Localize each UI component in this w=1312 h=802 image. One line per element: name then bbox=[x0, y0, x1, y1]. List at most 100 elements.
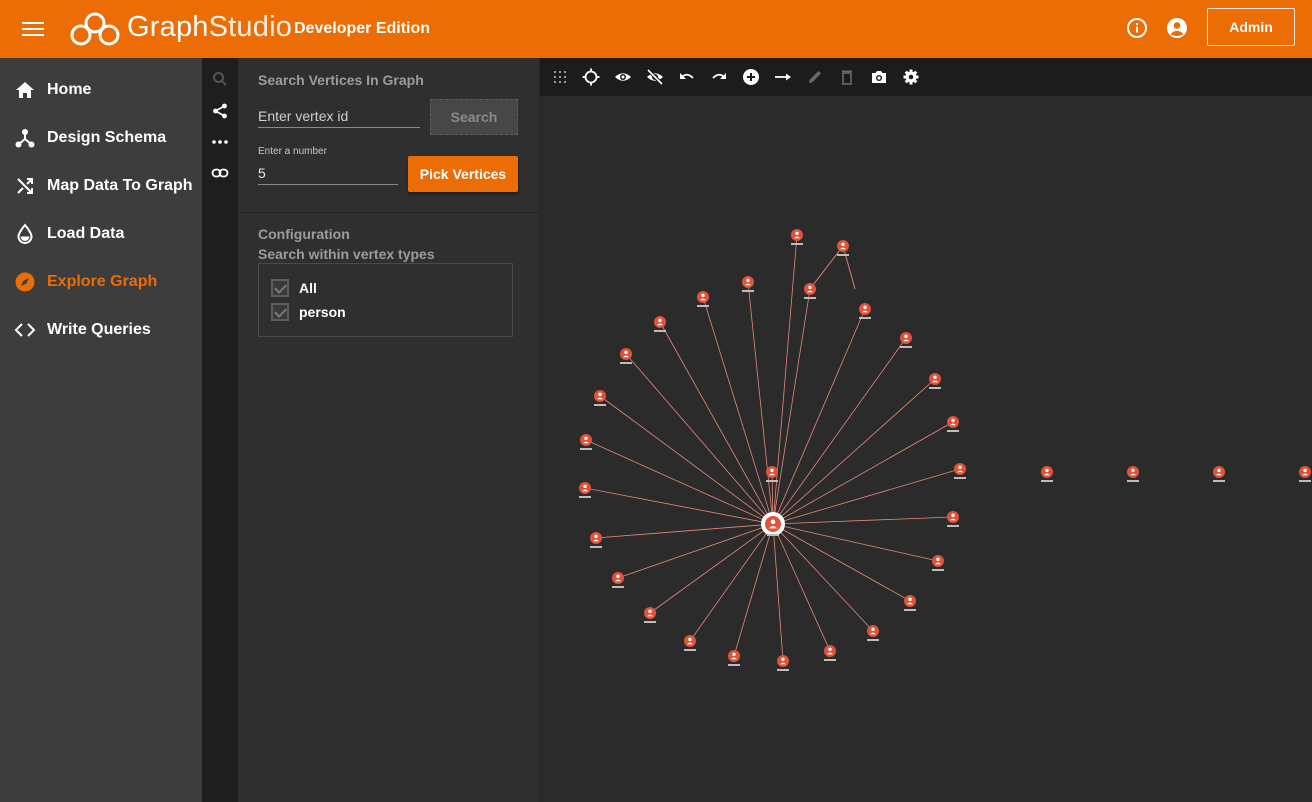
graph-vertex[interactable] bbox=[684, 635, 696, 651]
graph-vertex[interactable] bbox=[791, 229, 803, 245]
nav-label: Explore Graph bbox=[47, 273, 158, 290]
nav-label: Map Data To Graph bbox=[47, 177, 193, 194]
number-field-label: Enter a number bbox=[258, 146, 327, 157]
graph-edge[interactable] bbox=[733, 523, 774, 657]
share-icon[interactable] bbox=[211, 102, 229, 120]
graph-edge[interactable] bbox=[747, 281, 774, 525]
graph-edge[interactable] bbox=[584, 487, 774, 525]
graph-vertex[interactable] bbox=[837, 240, 849, 256]
graph-edge[interactable] bbox=[585, 439, 774, 525]
graph-edge[interactable] bbox=[772, 523, 831, 652]
graph-edge[interactable] bbox=[772, 337, 907, 525]
graph-edge[interactable] bbox=[772, 288, 811, 525]
graph-vertex[interactable] bbox=[954, 463, 966, 479]
vertex-id-input[interactable] bbox=[258, 104, 420, 128]
graph-edge[interactable] bbox=[842, 245, 856, 290]
add-vertex-icon[interactable] bbox=[742, 68, 760, 86]
nav-item-explore-graph[interactable]: Explore Graph bbox=[0, 262, 202, 302]
graph-canvas[interactable] bbox=[540, 96, 1312, 802]
graph-edge[interactable] bbox=[599, 395, 774, 525]
graph-vertex[interactable] bbox=[594, 390, 606, 406]
graph-vertex[interactable] bbox=[612, 572, 624, 588]
graph-vertex[interactable] bbox=[1127, 466, 1139, 482]
menu-icon[interactable] bbox=[22, 19, 44, 39]
delete-icon[interactable] bbox=[838, 68, 856, 86]
graph-vertex[interactable] bbox=[1041, 466, 1053, 482]
search-panel: Search Vertices In Graph Search Enter a … bbox=[238, 58, 540, 802]
graph-vertex[interactable] bbox=[904, 595, 916, 611]
graph-vertex[interactable] bbox=[932, 555, 944, 571]
nav-item-map-data[interactable]: Map Data To Graph bbox=[0, 166, 202, 206]
graph-edge[interactable] bbox=[649, 523, 774, 614]
pick-vertices-button[interactable]: Pick Vertices bbox=[408, 156, 518, 192]
graph-vertex[interactable] bbox=[900, 332, 912, 348]
graph-vertex[interactable] bbox=[579, 482, 591, 498]
graph-edge[interactable] bbox=[772, 378, 936, 525]
graph-edge[interactable] bbox=[617, 523, 774, 579]
graph-edge[interactable] bbox=[772, 516, 954, 525]
search-button[interactable]: Search bbox=[430, 99, 518, 135]
eye-off-icon[interactable] bbox=[646, 68, 664, 86]
graph-vertex[interactable] bbox=[580, 434, 592, 450]
graph-edge[interactable] bbox=[772, 523, 939, 562]
graph-vertex[interactable] bbox=[644, 607, 656, 623]
graph-vertex[interactable] bbox=[697, 291, 709, 307]
admin-button[interactable]: Admin bbox=[1207, 8, 1295, 46]
camera-icon[interactable] bbox=[870, 68, 888, 86]
undo-icon[interactable] bbox=[678, 68, 696, 86]
graph-edge[interactable] bbox=[772, 523, 874, 632]
checkbox-label: All bbox=[299, 280, 317, 296]
nav-item-load-data[interactable]: Load Data bbox=[0, 214, 202, 254]
edit-icon[interactable] bbox=[806, 68, 824, 86]
redo-icon[interactable] bbox=[710, 68, 728, 86]
graph-edge[interactable] bbox=[689, 523, 774, 642]
type-checkbox-person[interactable]: person bbox=[271, 302, 346, 322]
graph-vertex[interactable] bbox=[804, 283, 816, 299]
panel-icon-strip bbox=[202, 58, 238, 802]
eye-icon[interactable] bbox=[614, 68, 632, 86]
number-input[interactable] bbox=[258, 161, 398, 185]
graph-edge[interactable] bbox=[625, 353, 774, 525]
graph-edge[interactable] bbox=[659, 321, 774, 525]
checkbox[interactable] bbox=[271, 279, 289, 297]
nav-item-home[interactable]: Home bbox=[0, 70, 202, 110]
graph-vertex[interactable] bbox=[777, 655, 789, 671]
graph-vertex[interactable] bbox=[947, 416, 959, 432]
account-icon[interactable] bbox=[1166, 17, 1188, 39]
graph-vertex[interactable] bbox=[1213, 466, 1225, 482]
search-icon[interactable] bbox=[211, 70, 229, 88]
link-icon[interactable] bbox=[211, 164, 229, 182]
graph-vertex[interactable] bbox=[590, 532, 602, 548]
add-edge-icon[interactable] bbox=[774, 68, 792, 86]
graph-vertex[interactable] bbox=[859, 303, 871, 319]
graph-edge[interactable] bbox=[772, 468, 961, 525]
graph-edge[interactable] bbox=[772, 421, 954, 525]
graph-visualization[interactable] bbox=[540, 96, 1312, 802]
more-horiz-icon[interactable] bbox=[211, 133, 229, 151]
info-icon[interactable] bbox=[1126, 17, 1148, 39]
locate-icon[interactable] bbox=[582, 68, 600, 86]
nav-item-write-queries[interactable]: Write Queries bbox=[0, 310, 202, 350]
compass-icon bbox=[15, 272, 35, 292]
nav-label: Load Data bbox=[47, 225, 125, 242]
graph-vertex[interactable] bbox=[867, 625, 879, 641]
graph-edge[interactable] bbox=[772, 523, 784, 662]
graph-vertex[interactable] bbox=[1299, 466, 1311, 482]
checkbox[interactable] bbox=[271, 303, 289, 321]
graph-edge[interactable] bbox=[772, 308, 866, 525]
graph-edge[interactable] bbox=[809, 245, 844, 290]
nav-item-design-schema[interactable]: Design Schema bbox=[0, 118, 202, 158]
type-checkbox-all[interactable]: All bbox=[271, 278, 317, 298]
graph-edge[interactable] bbox=[595, 523, 774, 539]
graph-vertex[interactable] bbox=[824, 645, 836, 661]
settings-icon[interactable] bbox=[902, 68, 920, 86]
graph-vertex[interactable] bbox=[742, 276, 754, 292]
graph-vertex[interactable] bbox=[728, 650, 740, 666]
nav-label: Home bbox=[47, 81, 92, 98]
graph-vertex[interactable] bbox=[620, 348, 632, 364]
graph-edge[interactable] bbox=[702, 296, 774, 525]
graph-edge[interactable] bbox=[772, 523, 911, 602]
graph-vertex[interactable] bbox=[947, 511, 959, 527]
graph-vertex[interactable] bbox=[929, 373, 941, 389]
grid-icon[interactable] bbox=[551, 68, 569, 86]
